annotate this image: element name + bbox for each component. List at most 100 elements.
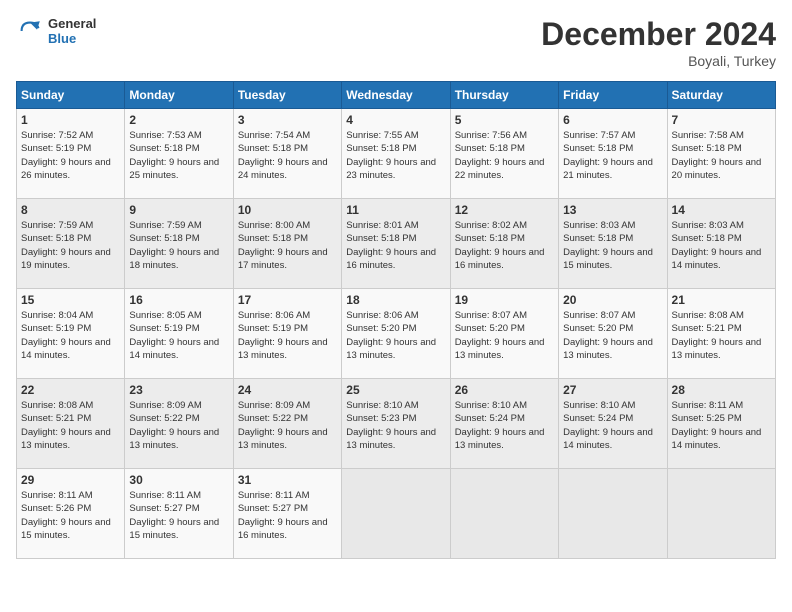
day-number: 15 (21, 293, 120, 307)
calendar-day-cell: 10 Sunrise: 8:00 AM Sunset: 5:18 PM Dayl… (233, 199, 341, 289)
calendar-day-cell: 25 Sunrise: 8:10 AM Sunset: 5:23 PM Dayl… (342, 379, 450, 469)
day-number: 23 (129, 383, 228, 397)
calendar-day-cell: 12 Sunrise: 8:02 AM Sunset: 5:18 PM Dayl… (450, 199, 558, 289)
day-number: 24 (238, 383, 337, 397)
day-number: 20 (563, 293, 662, 307)
day-number: 27 (563, 383, 662, 397)
calendar-table: SundayMondayTuesdayWednesdayThursdayFrid… (16, 81, 776, 559)
logo-icon (16, 17, 44, 45)
calendar-day-cell: 5 Sunrise: 7:56 AM Sunset: 5:18 PM Dayli… (450, 109, 558, 199)
day-detail: Sunrise: 8:07 AM Sunset: 5:20 PM Dayligh… (455, 309, 554, 362)
day-detail: Sunrise: 7:55 AM Sunset: 5:18 PM Dayligh… (346, 129, 445, 182)
day-detail: Sunrise: 8:11 AM Sunset: 5:25 PM Dayligh… (672, 399, 771, 452)
calendar-day-cell: 13 Sunrise: 8:03 AM Sunset: 5:18 PM Dayl… (559, 199, 667, 289)
calendar-week-row: 8 Sunrise: 7:59 AM Sunset: 5:18 PM Dayli… (17, 199, 776, 289)
day-number: 22 (21, 383, 120, 397)
day-detail: Sunrise: 8:04 AM Sunset: 5:19 PM Dayligh… (21, 309, 120, 362)
logo-text: General Blue (48, 16, 96, 46)
day-number: 25 (346, 383, 445, 397)
day-number: 30 (129, 473, 228, 487)
calendar-day-cell: 16 Sunrise: 8:05 AM Sunset: 5:19 PM Dayl… (125, 289, 233, 379)
day-detail: Sunrise: 7:56 AM Sunset: 5:18 PM Dayligh… (455, 129, 554, 182)
calendar-day-cell: 30 Sunrise: 8:11 AM Sunset: 5:27 PM Dayl… (125, 469, 233, 559)
day-detail: Sunrise: 8:09 AM Sunset: 5:22 PM Dayligh… (129, 399, 228, 452)
title-block: December 2024 Boyali, Turkey (541, 16, 776, 69)
calendar-week-row: 29 Sunrise: 8:11 AM Sunset: 5:26 PM Dayl… (17, 469, 776, 559)
day-detail: Sunrise: 7:52 AM Sunset: 5:19 PM Dayligh… (21, 129, 120, 182)
calendar-day-cell: 4 Sunrise: 7:55 AM Sunset: 5:18 PM Dayli… (342, 109, 450, 199)
calendar-week-row: 15 Sunrise: 8:04 AM Sunset: 5:19 PM Dayl… (17, 289, 776, 379)
day-number: 21 (672, 293, 771, 307)
day-number: 17 (238, 293, 337, 307)
calendar-day-cell: 8 Sunrise: 7:59 AM Sunset: 5:18 PM Dayli… (17, 199, 125, 289)
day-detail: Sunrise: 8:08 AM Sunset: 5:21 PM Dayligh… (672, 309, 771, 362)
day-number: 16 (129, 293, 228, 307)
calendar-day-cell: 20 Sunrise: 8:07 AM Sunset: 5:20 PM Dayl… (559, 289, 667, 379)
calendar-title: December 2024 (541, 16, 776, 53)
day-number: 14 (672, 203, 771, 217)
calendar-day-cell: 22 Sunrise: 8:08 AM Sunset: 5:21 PM Dayl… (17, 379, 125, 469)
calendar-day-cell: 24 Sunrise: 8:09 AM Sunset: 5:22 PM Dayl… (233, 379, 341, 469)
day-detail: Sunrise: 7:58 AM Sunset: 5:18 PM Dayligh… (672, 129, 771, 182)
day-number: 12 (455, 203, 554, 217)
day-of-week-header: Monday (125, 82, 233, 109)
day-number: 3 (238, 113, 337, 127)
day-number: 2 (129, 113, 228, 127)
calendar-day-cell: 21 Sunrise: 8:08 AM Sunset: 5:21 PM Dayl… (667, 289, 775, 379)
day-number: 28 (672, 383, 771, 397)
day-number: 4 (346, 113, 445, 127)
calendar-day-cell: 14 Sunrise: 8:03 AM Sunset: 5:18 PM Dayl… (667, 199, 775, 289)
day-detail: Sunrise: 8:02 AM Sunset: 5:18 PM Dayligh… (455, 219, 554, 272)
day-detail: Sunrise: 7:57 AM Sunset: 5:18 PM Dayligh… (563, 129, 662, 182)
day-detail: Sunrise: 8:03 AM Sunset: 5:18 PM Dayligh… (672, 219, 771, 272)
day-number: 5 (455, 113, 554, 127)
day-detail: Sunrise: 7:54 AM Sunset: 5:18 PM Dayligh… (238, 129, 337, 182)
day-of-week-header: Tuesday (233, 82, 341, 109)
day-number: 31 (238, 473, 337, 487)
day-of-week-header: Saturday (667, 82, 775, 109)
calendar-day-cell: 19 Sunrise: 8:07 AM Sunset: 5:20 PM Dayl… (450, 289, 558, 379)
calendar-day-cell (559, 469, 667, 559)
day-detail: Sunrise: 8:05 AM Sunset: 5:19 PM Dayligh… (129, 309, 228, 362)
calendar-week-row: 22 Sunrise: 8:08 AM Sunset: 5:21 PM Dayl… (17, 379, 776, 469)
calendar-day-cell: 17 Sunrise: 8:06 AM Sunset: 5:19 PM Dayl… (233, 289, 341, 379)
day-number: 1 (21, 113, 120, 127)
day-detail: Sunrise: 8:07 AM Sunset: 5:20 PM Dayligh… (563, 309, 662, 362)
day-number: 7 (672, 113, 771, 127)
day-number: 8 (21, 203, 120, 217)
day-detail: Sunrise: 8:10 AM Sunset: 5:24 PM Dayligh… (563, 399, 662, 452)
day-number: 13 (563, 203, 662, 217)
calendar-day-cell: 29 Sunrise: 8:11 AM Sunset: 5:26 PM Dayl… (17, 469, 125, 559)
day-number: 26 (455, 383, 554, 397)
day-detail: Sunrise: 7:59 AM Sunset: 5:18 PM Dayligh… (129, 219, 228, 272)
day-detail: Sunrise: 8:11 AM Sunset: 5:27 PM Dayligh… (129, 489, 228, 542)
calendar-location: Boyali, Turkey (541, 53, 776, 69)
day-detail: Sunrise: 8:10 AM Sunset: 5:23 PM Dayligh… (346, 399, 445, 452)
day-detail: Sunrise: 8:08 AM Sunset: 5:21 PM Dayligh… (21, 399, 120, 452)
day-detail: Sunrise: 8:01 AM Sunset: 5:18 PM Dayligh… (346, 219, 445, 272)
calendar-day-cell (450, 469, 558, 559)
day-of-week-header: Friday (559, 82, 667, 109)
day-detail: Sunrise: 8:06 AM Sunset: 5:20 PM Dayligh… (346, 309, 445, 362)
calendar-day-cell: 26 Sunrise: 8:10 AM Sunset: 5:24 PM Dayl… (450, 379, 558, 469)
calendar-day-cell: 6 Sunrise: 7:57 AM Sunset: 5:18 PM Dayli… (559, 109, 667, 199)
calendar-day-cell: 1 Sunrise: 7:52 AM Sunset: 5:19 PM Dayli… (17, 109, 125, 199)
calendar-day-cell: 27 Sunrise: 8:10 AM Sunset: 5:24 PM Dayl… (559, 379, 667, 469)
calendar-header-row: SundayMondayTuesdayWednesdayThursdayFrid… (17, 82, 776, 109)
calendar-day-cell: 31 Sunrise: 8:11 AM Sunset: 5:27 PM Dayl… (233, 469, 341, 559)
logo: General Blue (16, 16, 96, 46)
day-detail: Sunrise: 7:59 AM Sunset: 5:18 PM Dayligh… (21, 219, 120, 272)
day-number: 10 (238, 203, 337, 217)
day-number: 11 (346, 203, 445, 217)
calendar-day-cell: 3 Sunrise: 7:54 AM Sunset: 5:18 PM Dayli… (233, 109, 341, 199)
day-detail: Sunrise: 7:53 AM Sunset: 5:18 PM Dayligh… (129, 129, 228, 182)
day-detail: Sunrise: 8:10 AM Sunset: 5:24 PM Dayligh… (455, 399, 554, 452)
calendar-day-cell (342, 469, 450, 559)
day-number: 29 (21, 473, 120, 487)
day-number: 18 (346, 293, 445, 307)
day-detail: Sunrise: 8:03 AM Sunset: 5:18 PM Dayligh… (563, 219, 662, 272)
day-of-week-header: Thursday (450, 82, 558, 109)
calendar-day-cell: 7 Sunrise: 7:58 AM Sunset: 5:18 PM Dayli… (667, 109, 775, 199)
day-detail: Sunrise: 8:11 AM Sunset: 5:27 PM Dayligh… (238, 489, 337, 542)
day-number: 9 (129, 203, 228, 217)
